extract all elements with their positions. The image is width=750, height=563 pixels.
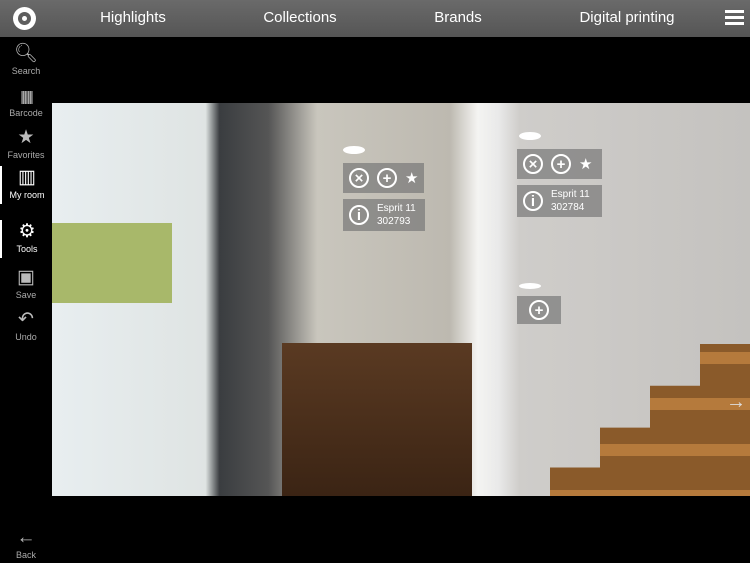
room-photo[interactable]: → bbox=[52, 103, 750, 496]
favorite-star-icon[interactable]: ★ bbox=[405, 169, 418, 187]
gear-icon: ⚙ bbox=[18, 221, 36, 242]
info-icon[interactable]: i bbox=[523, 191, 543, 211]
wallpaper-marker[interactable] bbox=[519, 283, 541, 289]
barcode-icon: ||||||| bbox=[20, 88, 33, 104]
sidebar-item-barcode[interactable]: ||||||| Barcode bbox=[0, 84, 52, 118]
star-icon: ★ bbox=[17, 127, 35, 148]
logo-icon[interactable] bbox=[13, 7, 36, 30]
stairs bbox=[550, 306, 750, 496]
undo-icon: ↶ bbox=[18, 309, 34, 330]
info-icon[interactable]: i bbox=[349, 205, 369, 225]
room-icon: ▥ bbox=[18, 167, 36, 188]
wallpaper-marker[interactable] bbox=[343, 146, 365, 154]
overlay-add-3: + bbox=[517, 296, 561, 324]
overlay-actions-2: × + ★ bbox=[517, 149, 602, 179]
overlay-info-2[interactable]: i Esprit 11 302784 bbox=[517, 185, 602, 217]
product-code: 302784 bbox=[551, 202, 585, 213]
back-button[interactable]: ← Back bbox=[0, 526, 52, 560]
sidebar-item-label: Search bbox=[11, 66, 41, 76]
arrow-right-icon[interactable]: → bbox=[726, 391, 746, 414]
sidebar-item-search[interactable]: 🔍︎ Search bbox=[0, 42, 52, 76]
floppy-icon: ▣ bbox=[17, 267, 35, 288]
top-bar: Highlights Collections Brands Digital pr… bbox=[0, 0, 750, 37]
back-label: Back bbox=[15, 550, 36, 560]
nav-digital-printing[interactable]: Digital printing bbox=[579, 9, 674, 26]
overlay-actions-1: × + ★ bbox=[343, 163, 425, 193]
arrow-left-icon: ← bbox=[16, 527, 36, 548]
sidebar-item-label: Save bbox=[15, 290, 37, 300]
sidebar-item-label: Tools bbox=[16, 244, 38, 254]
wallpaper-marker[interactable] bbox=[519, 132, 541, 140]
wood-floor bbox=[282, 343, 472, 496]
nav-brands[interactable]: Brands bbox=[434, 9, 482, 26]
sidebar-item-favorites[interactable]: ★ Favorites bbox=[0, 126, 52, 160]
product-name: Esprit 11 bbox=[377, 203, 416, 214]
nav-collections[interactable]: Collections bbox=[263, 9, 336, 26]
overlay-info-1[interactable]: i Esprit 11 302793 bbox=[343, 199, 425, 231]
add-icon[interactable]: + bbox=[377, 168, 397, 188]
sidebar-item-label: Favorites bbox=[7, 150, 45, 160]
garden-area bbox=[52, 223, 172, 303]
sidebar-item-save[interactable]: ▣ Save bbox=[0, 266, 52, 300]
search-icon: 🔍︎ bbox=[13, 43, 39, 64]
add-icon[interactable]: + bbox=[529, 300, 549, 320]
sidebar-item-undo[interactable]: ↶ Undo bbox=[0, 308, 52, 342]
sidebar-item-tools[interactable]: ⚙ Tools bbox=[0, 220, 52, 258]
nav-highlights[interactable]: Highlights bbox=[100, 9, 166, 26]
sidebar-item-label: Undo bbox=[15, 332, 37, 342]
sidebar-item-label: Barcode bbox=[9, 108, 43, 118]
product-code: 302793 bbox=[377, 216, 411, 227]
favorite-star-icon[interactable]: ★ bbox=[579, 155, 592, 173]
sidebar-item-label: My room bbox=[9, 190, 45, 200]
remove-icon[interactable]: × bbox=[523, 154, 543, 174]
sidebar-item-my-room[interactable]: ▥ My room bbox=[0, 166, 52, 204]
menu-icon[interactable] bbox=[725, 10, 744, 25]
remove-icon[interactable]: × bbox=[349, 168, 369, 188]
product-name: Esprit 11 bbox=[551, 189, 590, 200]
add-icon[interactable]: + bbox=[551, 154, 571, 174]
